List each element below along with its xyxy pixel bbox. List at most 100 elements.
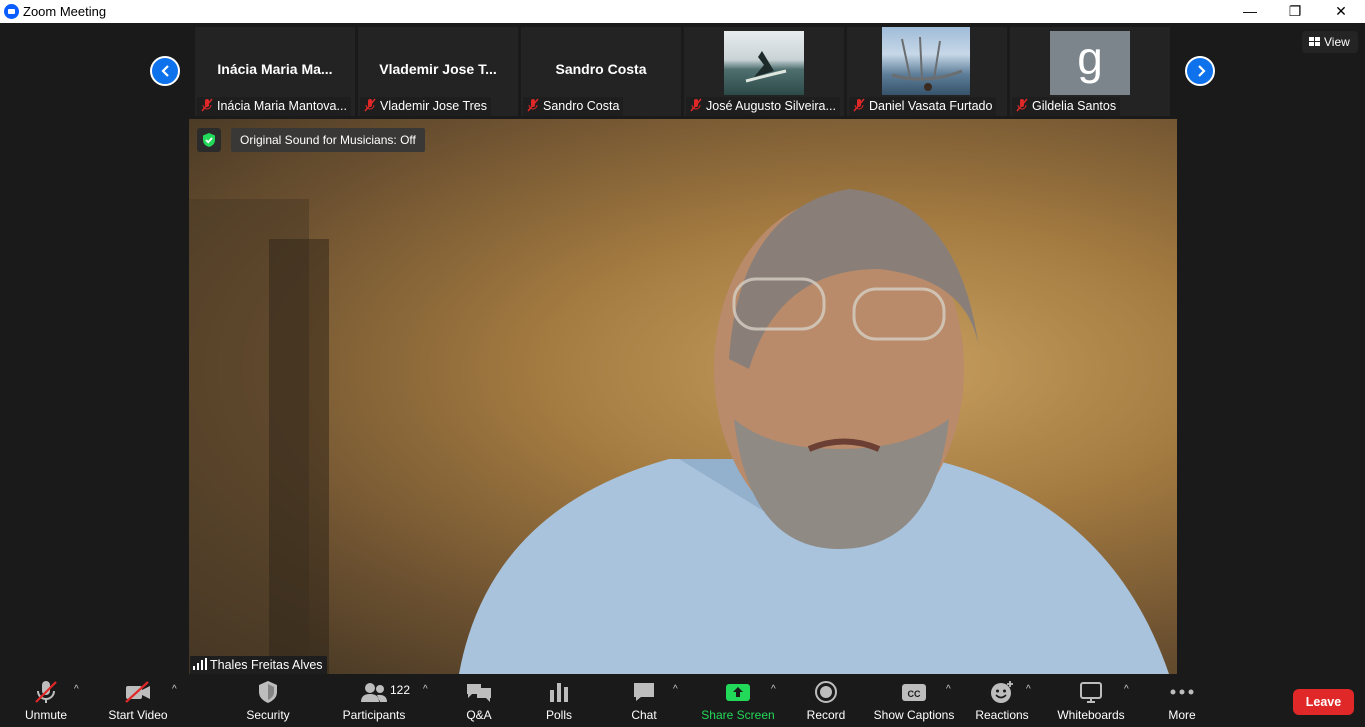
reactions-label: Reactions: [975, 708, 1029, 722]
chat-button[interactable]: Chat: [620, 674, 668, 727]
more-dots-icon: [1170, 689, 1194, 695]
participant-name-large: Inácia Maria Ma...: [217, 61, 333, 77]
grid-icon: [1309, 37, 1320, 46]
mic-muted-icon: [853, 98, 865, 112]
chat-icon: [634, 683, 654, 701]
participant-caption: Inácia Maria Mantova...: [197, 97, 351, 116]
participant-strip: Inácia Maria Ma... Inácia Maria Mantova.…: [193, 27, 1170, 116]
participant-name: Vlademir Jose Tres: [380, 99, 487, 113]
record-label: Record: [806, 708, 846, 722]
participant-name: Sandro Costa: [543, 99, 620, 113]
participant-tile[interactable]: Inácia Maria Ma... Inácia Maria Mantova.…: [195, 27, 355, 116]
share-screen-button[interactable]: Share Screen: [700, 674, 776, 727]
chevron-right-icon: [1198, 65, 1206, 77]
unmute-button[interactable]: Unmute: [14, 674, 78, 727]
minimize-button[interactable]: —: [1227, 0, 1273, 23]
more-button[interactable]: More: [1160, 674, 1204, 727]
participant-tile[interactable]: g Gildelia Santos: [1010, 27, 1170, 116]
polls-icon: [550, 683, 568, 702]
chat-options-caret[interactable]: ^: [673, 684, 678, 695]
participants-options-caret[interactable]: ^: [423, 684, 428, 695]
security-shield-icon: [259, 681, 277, 703]
record-icon: [815, 681, 837, 703]
participant-name: Inácia Maria Mantova...: [217, 99, 347, 113]
encryption-badge[interactable]: [197, 128, 221, 152]
start-video-button[interactable]: Start Video: [104, 674, 172, 727]
participant-caption: Daniel Vasata Furtado: [849, 97, 997, 116]
whiteboards-button[interactable]: Whiteboards: [1054, 674, 1128, 727]
shield-check-icon: [203, 133, 215, 147]
polls-button[interactable]: Polls: [536, 674, 582, 727]
gallery-prev-button[interactable]: [150, 56, 180, 86]
security-button[interactable]: Security: [238, 674, 298, 727]
share-options-caret[interactable]: ^: [771, 684, 776, 695]
start-video-label: Start Video: [108, 708, 168, 722]
mic-muted-icon: [201, 98, 213, 112]
reactions-button[interactable]: Reactions: [972, 674, 1032, 727]
participant-name: José Augusto Silveira...: [706, 99, 836, 113]
sculpture-image-icon: [891, 36, 963, 91]
participant-photo: [882, 27, 970, 95]
captions-cc-icon: CC: [902, 684, 926, 701]
active-speaker-name: Thales Freitas Alves: [210, 658, 323, 672]
record-button[interactable]: Record: [802, 674, 850, 727]
participants-label: Participants: [342, 708, 406, 722]
gallery-next-button[interactable]: [1185, 56, 1215, 86]
surfer-image-icon: [745, 51, 787, 83]
mic-muted-icon: [35, 681, 57, 703]
share-screen-icon: [726, 684, 750, 701]
mic-muted-icon: [1016, 98, 1028, 112]
participant-tile[interactable]: José Augusto Silveira...: [684, 27, 844, 116]
maximize-button[interactable]: ❐: [1272, 0, 1318, 23]
participant-caption: José Augusto Silveira...: [686, 97, 840, 116]
meeting-toolbar: Unmute ^ Start Video ^ Security 122 Part…: [0, 674, 1365, 727]
participant-name: Gildelia Santos: [1032, 99, 1117, 113]
participants-icon: [361, 683, 387, 702]
qa-button[interactable]: Q&A: [456, 674, 502, 727]
view-label: View: [1324, 35, 1350, 49]
speaker-video: [189, 119, 1177, 674]
unmute-label: Unmute: [24, 708, 68, 722]
participant-photo: [724, 31, 804, 95]
view-button[interactable]: View: [1302, 31, 1358, 53]
security-label: Security: [246, 708, 290, 722]
participant-caption: Vlademir Jose Tres: [360, 97, 491, 116]
reactions-options-caret[interactable]: ^: [1026, 684, 1031, 695]
qa-chat-icon: [467, 684, 491, 702]
signal-strength-icon: [193, 658, 207, 670]
qa-label: Q&A: [466, 708, 492, 722]
polls-label: Polls: [545, 708, 572, 722]
speaker-video-frame: [189, 189, 1169, 674]
svg-text:CC: CC: [908, 689, 921, 699]
participant-tile[interactable]: Vlademir Jose T... Vlademir Jose Tres: [358, 27, 518, 116]
whiteboards-label: Whiteboards: [1057, 708, 1125, 722]
original-sound-status[interactable]: Original Sound for Musicians: Off: [231, 128, 425, 152]
participant-caption: Gildelia Santos: [1012, 97, 1121, 116]
participant-avatar: g: [1050, 31, 1130, 95]
participant-name-large: Vlademir Jose T...: [379, 61, 497, 77]
mic-muted-icon: [364, 98, 376, 112]
whiteboard-icon: [1080, 682, 1102, 703]
participant-name-large: Sandro Costa: [555, 61, 647, 77]
participant-caption: Sandro Costa: [523, 97, 624, 116]
show-captions-button[interactable]: CC Show Captions: [872, 674, 956, 727]
participant-tile[interactable]: Daniel Vasata Furtado: [847, 27, 1007, 116]
audio-options-caret[interactable]: ^: [74, 684, 79, 695]
close-button[interactable]: ✕: [1318, 0, 1364, 23]
mic-muted-icon: [527, 98, 539, 112]
participants-button[interactable]: 122 Participants: [338, 674, 410, 727]
captions-options-caret[interactable]: ^: [946, 684, 951, 695]
participant-name: Daniel Vasata Furtado: [869, 99, 993, 113]
chevron-left-icon: [161, 65, 169, 77]
share-screen-label: Share Screen: [701, 708, 775, 722]
whiteboards-options-caret[interactable]: ^: [1124, 684, 1129, 695]
reactions-emoji-icon: [991, 681, 1013, 703]
zoom-logo-icon: [4, 4, 19, 19]
video-off-icon: [125, 681, 150, 703]
video-options-caret[interactable]: ^: [172, 684, 177, 695]
participant-tile[interactable]: Sandro Costa Sandro Costa: [521, 27, 681, 116]
leave-button[interactable]: Leave: [1293, 689, 1354, 715]
more-label: More: [1168, 708, 1196, 722]
active-speaker-label: Thales Freitas Alves: [190, 656, 327, 674]
window-title: Zoom Meeting: [23, 4, 107, 19]
